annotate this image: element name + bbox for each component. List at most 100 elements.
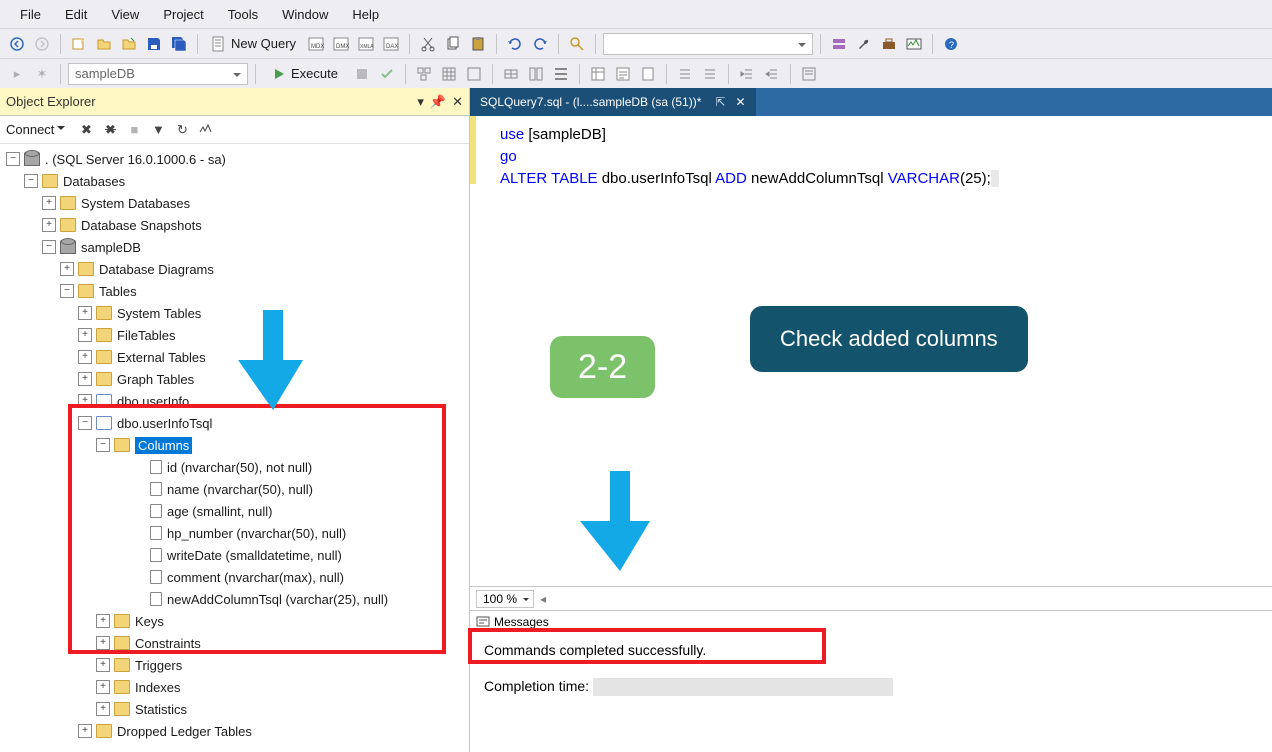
menu-edit[interactable]: Edit bbox=[53, 3, 99, 26]
uncomment-icon[interactable] bbox=[699, 63, 721, 85]
tree-col-1[interactable]: name (nvarchar(50), null) bbox=[167, 482, 313, 497]
toggle-graph[interactable]: + bbox=[78, 372, 92, 386]
wrench-icon[interactable] bbox=[853, 33, 875, 55]
tree-server[interactable]: . (SQL Server 16.0.1000.6 - sa) bbox=[45, 152, 226, 167]
results-file-icon[interactable] bbox=[637, 63, 659, 85]
tree-statistics[interactable]: Statistics bbox=[135, 702, 187, 717]
pin-icon[interactable]: ⇱ bbox=[715, 95, 725, 109]
toggle-dropped[interactable]: + bbox=[78, 724, 92, 738]
paste-icon[interactable] bbox=[467, 33, 489, 55]
toggle-diagrams[interactable]: + bbox=[60, 262, 74, 276]
tree-indexes[interactable]: Indexes bbox=[135, 680, 181, 695]
toolbox-icon[interactable] bbox=[878, 33, 900, 55]
undo-icon[interactable] bbox=[504, 33, 526, 55]
cut-icon[interactable] bbox=[417, 33, 439, 55]
dax-icon[interactable]: DAX bbox=[380, 33, 402, 55]
find-icon[interactable] bbox=[566, 33, 588, 55]
toggle-triggers[interactable]: + bbox=[96, 658, 110, 672]
dropdown-icon[interactable]: ▾ bbox=[417, 94, 424, 110]
zoom-combo[interactable]: 100 % bbox=[476, 590, 534, 608]
parse-icon[interactable] bbox=[376, 63, 398, 85]
tree-col-2[interactable]: age (smallint, null) bbox=[167, 504, 273, 519]
tree-triggers[interactable]: Triggers bbox=[135, 658, 182, 673]
refresh-icon[interactable]: ↻ bbox=[173, 121, 191, 139]
pin-icon[interactable]: 📌 bbox=[430, 94, 446, 110]
tree-constraints[interactable]: Constraints bbox=[135, 636, 201, 651]
toggle-sysdb[interactable]: + bbox=[42, 196, 56, 210]
document-tab[interactable]: SQLQuery7.sql - (l....sampleDB (sa (51))… bbox=[470, 88, 756, 116]
code-editor[interactable]: use [sampleDB] go ALTER TABLE dbo.userIn… bbox=[470, 116, 1272, 198]
plan-icon-1[interactable] bbox=[413, 63, 435, 85]
disconnect-all-icon[interactable]: ✖ bbox=[101, 121, 119, 139]
connect-button[interactable]: Connect bbox=[6, 122, 71, 137]
tree-databases[interactable]: Databases bbox=[63, 174, 125, 189]
tree-systables[interactable]: System Tables bbox=[117, 306, 201, 321]
toggle-statistics[interactable]: + bbox=[96, 702, 110, 716]
tree-keys[interactable]: Keys bbox=[135, 614, 164, 629]
tree-col-6[interactable]: newAddColumnTsql (varchar(25), null) bbox=[167, 592, 388, 607]
open-icon[interactable] bbox=[93, 33, 115, 55]
comment-icon[interactable] bbox=[674, 63, 696, 85]
tree-col-5[interactable]: comment (nvarchar(max), null) bbox=[167, 570, 344, 585]
nav-back-button[interactable] bbox=[6, 33, 28, 55]
toggle-columns[interactable]: − bbox=[96, 438, 110, 452]
grid-icon-1[interactable] bbox=[500, 63, 522, 85]
activity-monitor-icon[interactable] bbox=[903, 33, 925, 55]
toggle-filetables[interactable]: + bbox=[78, 328, 92, 342]
new-project-icon[interactable] bbox=[68, 33, 90, 55]
tree-sampledb[interactable]: sampleDB bbox=[81, 240, 141, 255]
redo-icon[interactable] bbox=[529, 33, 551, 55]
xmla-icon-2[interactable]: DMX bbox=[330, 33, 352, 55]
outdent-icon[interactable] bbox=[761, 63, 783, 85]
toggle-userinfo[interactable]: + bbox=[78, 394, 92, 408]
tree-sysdb[interactable]: System Databases bbox=[81, 196, 190, 211]
messages-tab[interactable]: Messages bbox=[470, 610, 1272, 632]
tree-snapshots[interactable]: Database Snapshots bbox=[81, 218, 202, 233]
tree-external[interactable]: External Tables bbox=[117, 350, 206, 365]
save-icon[interactable] bbox=[143, 33, 165, 55]
tree-userinfo-tsql[interactable]: dbo.userInfoTsql bbox=[117, 416, 212, 431]
tab-close-icon[interactable]: ✕ bbox=[735, 95, 745, 109]
tree-col-0[interactable]: id (nvarchar(50), not null) bbox=[167, 460, 312, 475]
menu-view[interactable]: View bbox=[99, 3, 151, 26]
menu-window[interactable]: Window bbox=[270, 3, 340, 26]
xmla-icon-1[interactable]: MDX bbox=[305, 33, 327, 55]
object-explorer-tree[interactable]: − . (SQL Server 16.0.1000.6 - sa) − Data… bbox=[0, 144, 469, 752]
menu-help[interactable]: Help bbox=[340, 3, 391, 26]
results-grid-icon[interactable] bbox=[587, 63, 609, 85]
toggle-snapshots[interactable]: + bbox=[42, 218, 56, 232]
toggle-server[interactable]: − bbox=[6, 152, 20, 166]
toggle-external[interactable]: + bbox=[78, 350, 92, 364]
tree-dropped[interactable]: Dropped Ledger Tables bbox=[117, 724, 252, 739]
database-selector[interactable]: sampleDB bbox=[68, 63, 248, 85]
menu-file[interactable]: File bbox=[8, 3, 53, 26]
toggle-keys[interactable]: + bbox=[96, 614, 110, 628]
grid-icon-3[interactable] bbox=[550, 63, 572, 85]
execute-button[interactable]: Execute bbox=[263, 64, 348, 83]
toggle-constraints[interactable]: + bbox=[96, 636, 110, 650]
tree-columns[interactable]: Columns bbox=[135, 437, 192, 454]
reg-servers-icon[interactable] bbox=[828, 33, 850, 55]
plan-icon-3[interactable] bbox=[463, 63, 485, 85]
filter-icon[interactable]: ▼ bbox=[149, 121, 167, 139]
xmla-icon-3[interactable]: XMLA bbox=[355, 33, 377, 55]
open2-icon[interactable] bbox=[118, 33, 140, 55]
tree-userinfo[interactable]: dbo.userInfo bbox=[117, 394, 189, 409]
plan-icon-2[interactable] bbox=[438, 63, 460, 85]
tree-diagrams[interactable]: Database Diagrams bbox=[99, 262, 214, 277]
activity-icon[interactable] bbox=[197, 121, 215, 139]
tree-graph[interactable]: Graph Tables bbox=[117, 372, 194, 387]
specify-values-icon[interactable] bbox=[798, 63, 820, 85]
toggle-databases[interactable]: − bbox=[24, 174, 38, 188]
toggle-tables[interactable]: − bbox=[60, 284, 74, 298]
tree-tables[interactable]: Tables bbox=[99, 284, 137, 299]
save-all-icon[interactable] bbox=[168, 33, 190, 55]
results-text-icon[interactable] bbox=[612, 63, 634, 85]
toggle-sampledb[interactable]: − bbox=[42, 240, 56, 254]
tree-col-3[interactable]: hp_number (nvarchar(50), null) bbox=[167, 526, 346, 541]
tree-filetables[interactable]: FileTables bbox=[117, 328, 176, 343]
grid-icon-2[interactable] bbox=[525, 63, 547, 85]
menu-tools[interactable]: Tools bbox=[216, 3, 270, 26]
copy-icon[interactable] bbox=[442, 33, 464, 55]
toggle-indexes[interactable]: + bbox=[96, 680, 110, 694]
